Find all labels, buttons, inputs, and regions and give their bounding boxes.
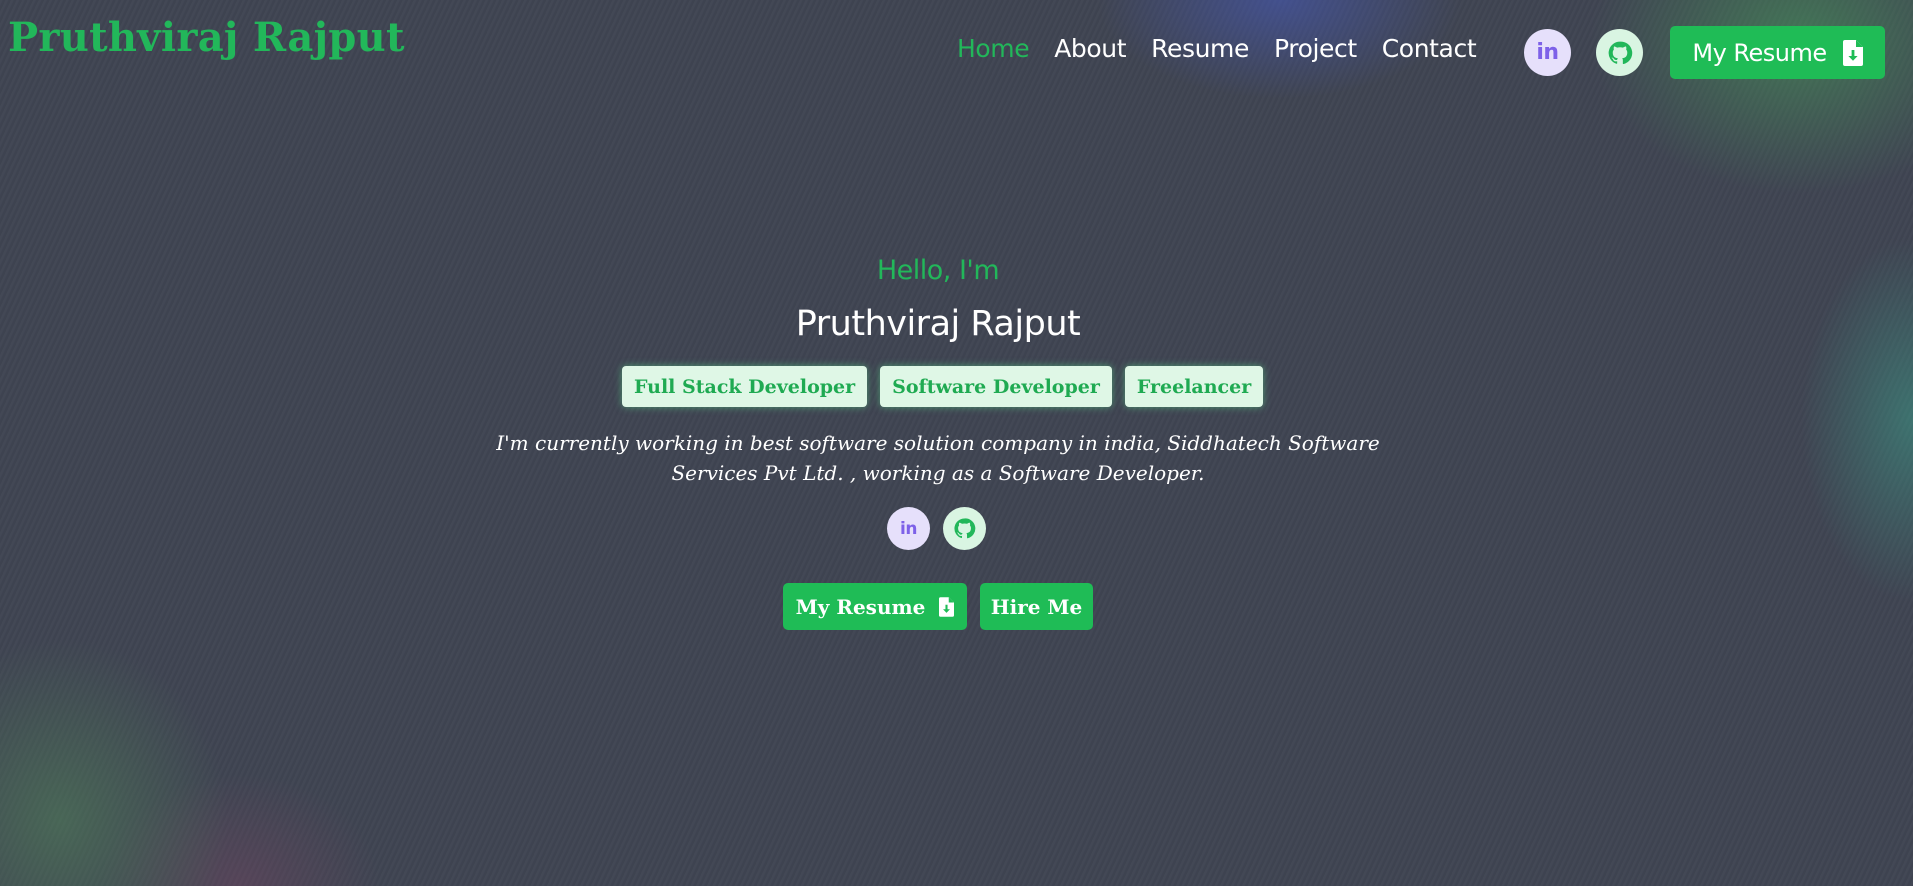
header-github-button[interactable] <box>1596 29 1643 76</box>
role-tags: Full Stack Developer Software Developer … <box>622 366 1264 407</box>
role-tag: Software Developer <box>880 366 1112 407</box>
hero-buttons: My Resume Hire Me <box>783 583 1093 630</box>
main-nav: Home About Resume Project Contact <box>957 34 1477 63</box>
file-download-icon <box>939 596 955 617</box>
hero-github-button[interactable] <box>943 507 986 550</box>
hero-linkedin-button[interactable]: in <box>887 507 930 550</box>
file-download-icon <box>1842 39 1863 66</box>
bio-line: I'm currently working in best software s… <box>496 431 1380 455</box>
nav-home[interactable]: Home <box>957 34 1030 63</box>
bio-line: Services Pvt Ltd. , working as a Softwar… <box>671 461 1205 485</box>
hero-greeting: Hello, I'm <box>876 255 1000 286</box>
github-icon <box>1607 40 1633 66</box>
nav-resume[interactable]: Resume <box>1151 34 1249 63</box>
hero-bio: I'm currently working in best software s… <box>488 428 1388 488</box>
linkedin-icon: in <box>1536 40 1559 65</box>
role-tag: Freelancer <box>1124 366 1264 407</box>
nav-about[interactable]: About <box>1054 34 1126 63</box>
header-resume-button[interactable]: My Resume <box>1670 26 1885 79</box>
hero-name: Pruthviraj Rajput <box>795 304 1081 344</box>
hero-resume-button[interactable]: My Resume <box>783 583 967 630</box>
header-linkedin-button[interactable]: in <box>1524 29 1571 76</box>
hire-me-label: Hire Me <box>990 594 1083 619</box>
site-logo[interactable]: Pruthviraj Rajput <box>8 14 405 61</box>
role-tag: Full Stack Developer <box>622 366 868 407</box>
nav-project[interactable]: Project <box>1274 34 1357 63</box>
hire-me-button[interactable]: Hire Me <box>980 583 1093 630</box>
hero-resume-label: My Resume <box>795 594 926 619</box>
linkedin-icon: in <box>900 518 917 539</box>
github-icon <box>953 517 976 540</box>
nav-contact[interactable]: Contact <box>1382 34 1477 63</box>
header-resume-label: My Resume <box>1692 38 1827 67</box>
